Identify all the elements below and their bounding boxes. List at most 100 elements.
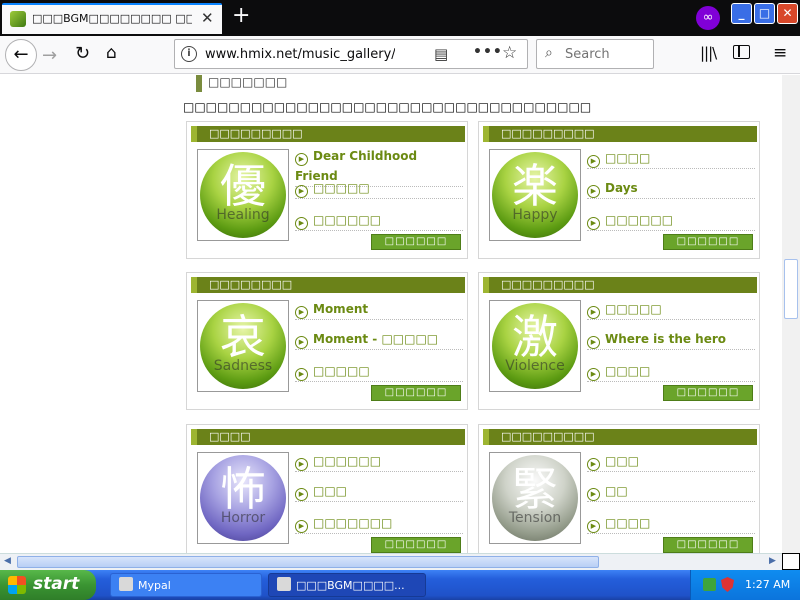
browser-tab[interactable]: □□□BGM□□□□□□□□ □□ ✕ bbox=[2, 3, 222, 34]
category-emblem[interactable]: 激 Violence bbox=[489, 300, 581, 392]
orb-kanji: 怖 bbox=[220, 462, 266, 516]
bookmark-star-icon[interactable]: ☆ bbox=[502, 43, 517, 63]
category-emblem[interactable]: 緊 Tension bbox=[489, 452, 581, 544]
site-info-icon[interactable]: i bbox=[181, 46, 197, 62]
track-title: □□□□ bbox=[605, 364, 651, 378]
app-icon bbox=[277, 577, 291, 591]
more-button[interactable]: □□□□□□ bbox=[663, 385, 753, 401]
orb-kanji: 哀 bbox=[220, 310, 266, 364]
category-emblem[interactable]: 楽 Happy bbox=[489, 149, 581, 241]
track-link[interactable]: ▶ □□□□ bbox=[587, 361, 755, 382]
play-icon: ▶ bbox=[295, 458, 308, 471]
menu-icon[interactable]: ≡ bbox=[773, 43, 787, 63]
track-link[interactable]: ▶ Where is the hero bbox=[587, 329, 755, 350]
start-button[interactable]: start bbox=[0, 570, 96, 600]
category-card: □□□□ 怖 Horror ▶ □□□□□□ ▶ □□□ ▶ □□□□□□□ □□□□□□ bbox=[186, 424, 468, 553]
orb-icon: 激 Violence bbox=[492, 303, 578, 389]
play-icon: ▶ bbox=[295, 185, 308, 198]
orb-icon: 怖 Horror bbox=[200, 455, 286, 541]
library-icon[interactable]: |||\ bbox=[700, 44, 717, 62]
address-bar[interactable]: i www.hmix.net/music_gallery/mus ▤ ••• ☆ bbox=[174, 39, 528, 69]
network-icon[interactable] bbox=[703, 578, 716, 591]
close-window-button[interactable]: ✕ bbox=[777, 3, 798, 24]
more-button[interactable]: □□□□□□ bbox=[371, 537, 461, 553]
orb-word: Violence bbox=[505, 358, 565, 374]
page-content: □□□□□□□ □□□□□□□□□□□□□□□□□□□□□□□□□□□□□□□□… bbox=[0, 75, 782, 553]
track-link[interactable]: ▶ □□□ bbox=[587, 451, 755, 472]
play-icon: ▶ bbox=[587, 217, 600, 230]
track-link[interactable]: ▶ □□□□ bbox=[587, 513, 755, 534]
more-button[interactable]: □□□□□□ bbox=[663, 234, 753, 250]
card-header: □□□□ bbox=[191, 429, 465, 445]
play-icon: ▶ bbox=[587, 458, 600, 471]
play-icon: ▶ bbox=[587, 336, 600, 349]
scroll-left-arrow[interactable]: ◀ bbox=[4, 556, 11, 566]
track-link[interactable]: ▶ □□□ bbox=[295, 481, 463, 502]
track-title: □□□ bbox=[313, 484, 348, 498]
play-icon: ▶ bbox=[587, 185, 600, 198]
track-link[interactable]: ▶ □□□□□□□ bbox=[295, 513, 463, 534]
close-tab-icon[interactable]: ✕ bbox=[201, 10, 214, 26]
more-button[interactable]: □□□□□□ bbox=[371, 385, 461, 401]
search-icon: ⌕ bbox=[545, 45, 553, 61]
track-title: □□□□□□ bbox=[605, 213, 674, 227]
search-input[interactable] bbox=[565, 45, 651, 63]
track-link[interactable]: ▶ □□□□□ bbox=[295, 178, 463, 199]
category-emblem[interactable]: 哀 Sadness bbox=[197, 300, 289, 392]
orb-icon: 哀 Sadness bbox=[200, 303, 286, 389]
play-icon: ▶ bbox=[295, 368, 308, 381]
vertical-scroll-thumb[interactable] bbox=[784, 259, 798, 319]
track-title: □□ bbox=[605, 484, 628, 498]
forward-button[interactable]: → bbox=[42, 45, 57, 66]
scroll-right-arrow[interactable]: ▶ bbox=[769, 556, 776, 566]
minimize-button[interactable]: _ bbox=[731, 3, 752, 24]
new-tab-button[interactable]: + bbox=[232, 4, 250, 28]
play-icon: ▶ bbox=[587, 488, 600, 501]
track-link[interactable]: ▶ □□□□□□ bbox=[295, 210, 463, 231]
play-icon: ▶ bbox=[295, 520, 308, 533]
taskbar-item-mypal[interactable]: Mypal bbox=[110, 573, 262, 597]
track-link[interactable]: ▶ Moment bbox=[295, 299, 463, 320]
reload-button[interactable]: ↻ bbox=[75, 43, 90, 64]
track-link[interactable]: ▶ □□□□□□ bbox=[295, 451, 463, 472]
vertical-scrollbar[interactable] bbox=[782, 75, 800, 553]
category-emblem[interactable]: 優 Healing bbox=[197, 149, 289, 241]
back-button[interactable]: ← bbox=[5, 39, 37, 71]
url-text[interactable]: www.hmix.net/music_gallery/mus bbox=[205, 47, 395, 62]
reader-view-icon[interactable]: ▤ bbox=[434, 45, 448, 63]
sidebar-icon[interactable] bbox=[733, 45, 750, 59]
category-card: □□□□□□□□□ 楽 Happy ▶ □□□□ ▶ Days ▶ □□□□□□ □□□□□□ bbox=[478, 121, 760, 259]
orb-word: Sadness bbox=[213, 358, 273, 374]
category-emblem[interactable]: 怖 Horror bbox=[197, 452, 289, 544]
scrollbar-corner bbox=[782, 553, 800, 570]
track-link[interactable]: ▶ □□□□□□ bbox=[587, 210, 755, 231]
track-link[interactable]: ▶ Moment - □□□□□ bbox=[295, 329, 463, 350]
security-shield-icon[interactable] bbox=[721, 577, 734, 592]
site-favicon-icon bbox=[10, 11, 26, 27]
taskbar-item-browser[interactable]: □□□BGM□□□□... bbox=[268, 573, 426, 597]
track-title: Moment bbox=[313, 302, 369, 316]
card-header: □□□□□□□□□ bbox=[483, 277, 757, 293]
tab-title: □□□BGM□□□□□□□□ □□ bbox=[32, 12, 192, 25]
track-title: □□□□□ bbox=[605, 302, 662, 316]
more-button[interactable]: □□□□□□ bbox=[663, 537, 753, 553]
card-header: □□□□□□□□□ bbox=[483, 429, 757, 445]
taskbar-item-label: □□□BGM□□□□... bbox=[296, 579, 405, 592]
orb-word: Happy bbox=[512, 207, 558, 223]
home-button[interactable]: ⌂ bbox=[106, 43, 117, 63]
horizontal-scrollbar[interactable]: ◀ ▶ bbox=[0, 553, 782, 570]
card-header-label: □□□□□□□□ bbox=[209, 278, 293, 291]
search-box[interactable]: ⌕ bbox=[536, 39, 654, 69]
page-actions-icon[interactable]: ••• bbox=[473, 44, 503, 60]
track-link[interactable]: ▶ □□□□□ bbox=[295, 361, 463, 382]
orb-word: Tension bbox=[508, 510, 562, 526]
horizontal-scroll-thumb[interactable] bbox=[17, 556, 599, 568]
track-title: □□□□□□ bbox=[313, 454, 382, 468]
track-link[interactable]: ▶ □□□□ bbox=[587, 148, 755, 169]
track-link[interactable]: ▶ □□□□□ bbox=[587, 299, 755, 320]
track-link[interactable]: ▶ Days bbox=[587, 178, 755, 199]
track-link[interactable]: ▶ □□ bbox=[587, 481, 755, 502]
more-button[interactable]: □□□□□□ bbox=[371, 234, 461, 250]
maximize-button[interactable]: □ bbox=[754, 3, 775, 24]
card-header-label: □□□□□□□□□ bbox=[501, 430, 595, 443]
